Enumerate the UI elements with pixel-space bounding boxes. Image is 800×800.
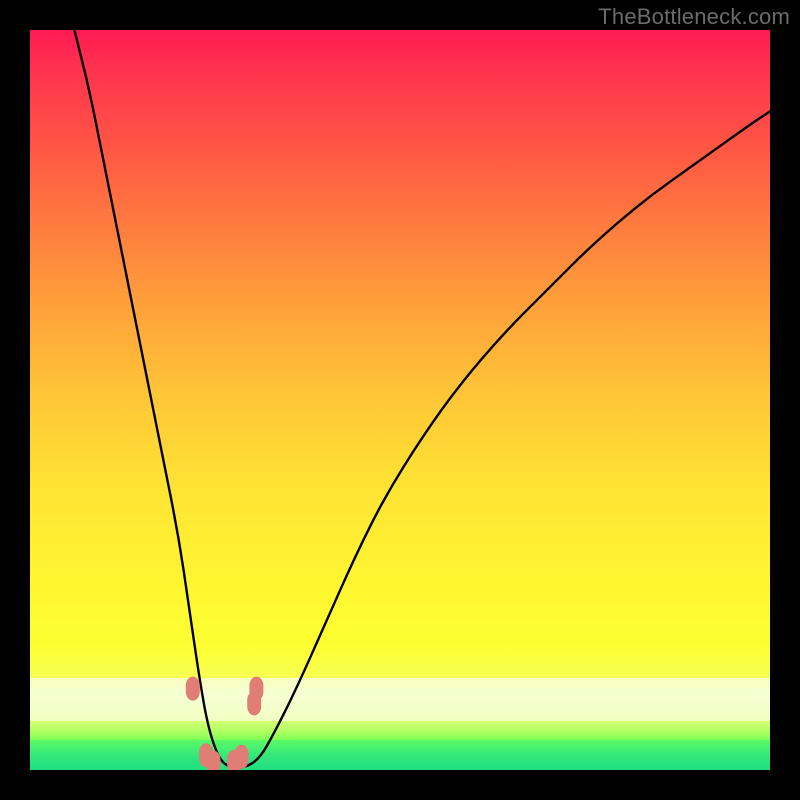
highlight-marker [235,745,249,769]
watermark-text: TheBottleneck.com [598,4,790,30]
highlight-marker [186,677,200,701]
highlight-marker [207,751,221,770]
curve-layer [30,30,770,770]
outer-frame: TheBottleneck.com [0,0,800,800]
highlight-marker [249,677,263,701]
highlight-markers [186,677,264,770]
bottleneck-curve-path [74,30,770,768]
plot-area [30,30,770,770]
